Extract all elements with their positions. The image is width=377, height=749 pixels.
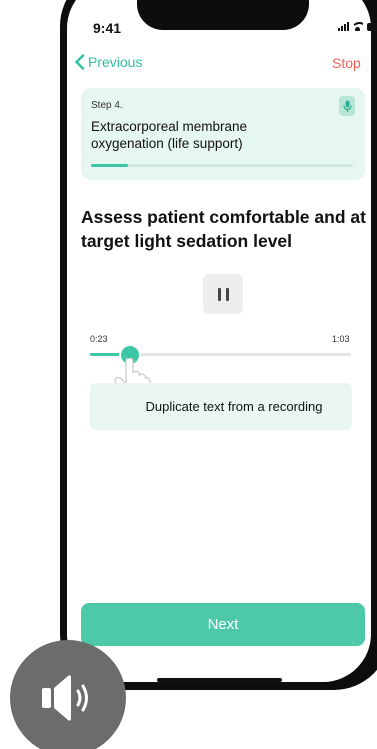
status-time: 9:41 <box>93 20 122 36</box>
current-time: 0:23 <box>90 334 108 344</box>
speaker-icon <box>42 675 88 721</box>
instruction-text: Assess patient comfortable and at target… <box>81 207 366 251</box>
home-indicator <box>157 678 282 682</box>
duplicate-text-button[interactable]: Duplicate text from a recording <box>90 383 352 430</box>
phone-notch <box>137 0 309 30</box>
wifi-icon <box>352 22 363 31</box>
signal-icon <box>338 22 349 31</box>
previous-label: Previous <box>88 54 143 70</box>
step-card: Step 4. Extracorporeal membrane oxygenat… <box>81 88 365 180</box>
step-number: Step 4. <box>91 100 123 111</box>
total-time: 1:03 <box>332 334 350 344</box>
pause-icon <box>217 287 221 301</box>
microphone-icon <box>342 100 352 112</box>
chevron-left-icon <box>75 54 85 70</box>
previous-button[interactable]: Previous <box>74 54 142 70</box>
pause-button[interactable] <box>203 274 243 314</box>
step-progress-fill <box>91 164 128 167</box>
sound-button[interactable] <box>10 640 126 749</box>
step-title: Extracorporeal membrane oxygenation (lif… <box>91 119 248 151</box>
battery-icon <box>367 23 377 31</box>
step-progress-track <box>91 164 353 167</box>
stop-button[interactable]: Stop <box>332 55 361 71</box>
status-icons <box>338 22 377 31</box>
microphone-button[interactable] <box>339 96 355 116</box>
next-button[interactable]: Next <box>81 603 365 646</box>
